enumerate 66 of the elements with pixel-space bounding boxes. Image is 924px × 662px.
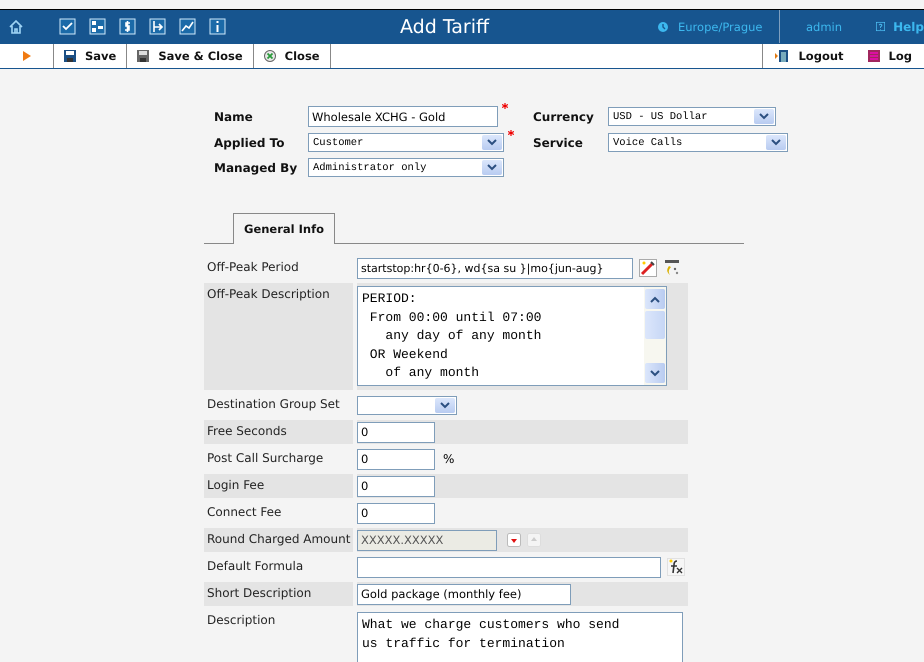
field-label: Service [533,136,584,150]
field-label: Login Fee [207,478,264,492]
text-line: us traffic for termination [362,634,566,652]
dollar-icon[interactable] [119,18,136,35]
scrollbar[interactable] [644,287,666,385]
home-icon[interactable] [8,18,24,34]
wand-icon[interactable] [639,259,657,277]
text-line: What we charge customers who send [362,616,620,634]
unit-label: % [443,452,454,466]
text-input[interactable]: startstop:hr{0-6}, wd{sa su }|mo{jun-aug} [357,258,633,278]
function-icon[interactable] [667,558,685,576]
chevron-down-icon [482,135,502,150]
export-icon[interactable] [149,18,166,35]
number-input[interactable]: 0 [357,422,435,442]
text-input[interactable]: Gold package (monthly fee) [357,584,571,604]
field-label: Description [207,613,276,627]
dropdown[interactable]: USD - US Dollar [608,107,776,126]
field-label: Free Seconds [207,424,287,438]
field-label: Off-Peak Period [207,260,299,274]
field-label: Destination Group Set [207,397,340,411]
help-icon[interactable] [876,20,886,33]
field-label: Managed By [214,160,298,174]
field-label: Currency [533,110,595,124]
scroll-up-icon[interactable] [645,289,665,309]
grid-icon[interactable] [89,18,106,35]
round-down-icon[interactable] [507,533,521,547]
chevron-down-icon [754,109,774,124]
text-line: of any month [384,364,480,382]
field-label: Post Call Surcharge [207,451,324,465]
text-line: PERIOD: [362,290,418,308]
tab[interactable]: General Info [233,213,335,244]
dropdown[interactable] [357,396,457,414]
field-label: Round Charged Amount [207,532,350,546]
field-label: Default Formula [207,559,304,573]
formula-input[interactable] [357,556,661,578]
text-line: any day of any month [384,327,542,345]
chart-icon[interactable] [179,18,196,35]
field-label: Applied To [214,136,286,150]
dropdown[interactable]: Customer [308,133,504,152]
number-input[interactable]: 0 [357,448,435,470]
dropdown[interactable]: Voice Calls [608,133,788,152]
text-line: OR Weekend [368,346,449,364]
number-input[interactable]: 0 [357,502,435,524]
chevron-down-icon [435,398,455,412]
door-icon [775,50,790,62]
readonly-input[interactable]: XXXXX.XXXXX [357,530,497,550]
chevron-down-icon [766,135,786,150]
close-icon [264,50,276,62]
chevron-down-icon [482,160,502,175]
field-label: Connect Fee [207,505,282,519]
checkbox-icon[interactable] [59,18,76,35]
scroll-down-icon[interactable] [645,363,665,383]
text-area[interactable]: PERIOD: From 00:00 until 07:00 any day of any month OR Weekend of any month [357,286,667,386]
page-title: Add Tariff [400,16,490,38]
info-icon[interactable] [209,18,226,35]
dropdown[interactable]: Administrator only [308,158,504,177]
play-icon[interactable] [22,51,30,61]
name-input[interactable]: Wholesale XCHG - Gold [308,106,498,127]
field-label: Name [214,110,254,124]
field-label: Off-Peak Description [207,287,330,301]
number-input[interactable]: 0 [357,476,435,496]
list-icon [868,50,880,62]
text-area[interactable]: What we charge customers who send us traffic for termination [357,612,683,662]
text-line: From 00:00 until 07:00 [368,308,542,326]
field-label: Short Description [207,586,312,600]
clock-icon [657,20,669,32]
